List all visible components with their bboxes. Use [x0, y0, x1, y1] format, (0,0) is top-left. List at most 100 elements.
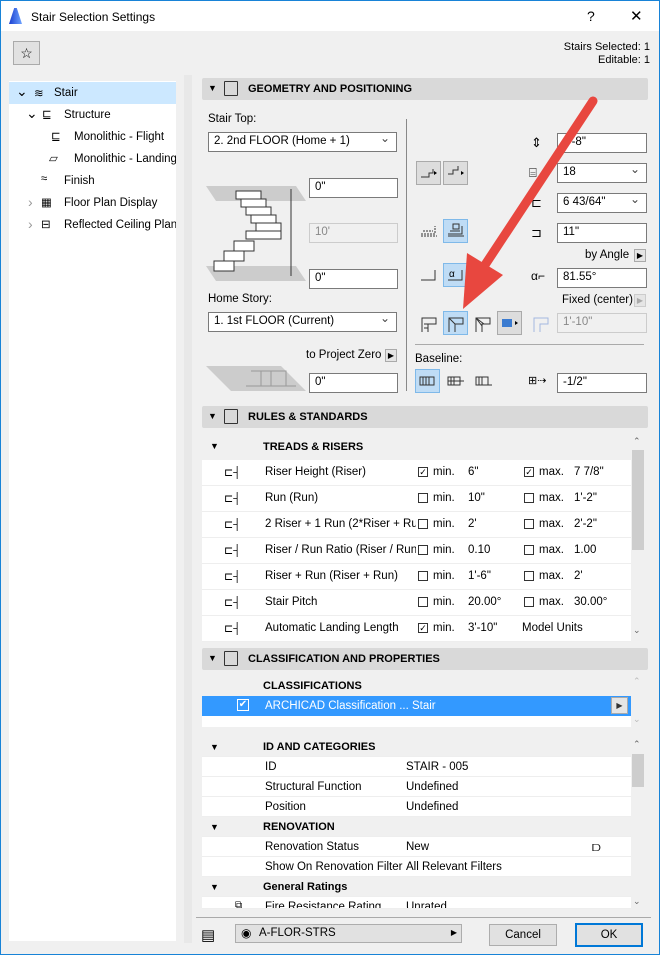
max-value[interactable]: 1'-2" — [574, 492, 597, 504]
property-value[interactable]: STAIR - 005 — [406, 761, 468, 773]
min-checkbox[interactable]: ✓ — [418, 467, 428, 477]
treads-risers-group-header[interactable]: ▼ TREADS & RISERS — [202, 434, 631, 459]
max-value[interactable]: 30.00° — [574, 596, 607, 608]
property-value[interactable]: Undefined — [406, 781, 458, 793]
max-checkbox[interactable] — [524, 493, 534, 503]
max-checkbox[interactable] — [524, 571, 534, 581]
tree-item-finish[interactable]: ≈ Finish — [9, 170, 176, 192]
property-name: Show On Renovation Filter — [265, 861, 403, 873]
properties-scrollbar[interactable]: ⌃ ⌄ — [631, 737, 645, 909]
baseline-right-button[interactable] — [471, 369, 496, 393]
property-group-header[interactable]: ▼ RENOVATION — [202, 817, 631, 837]
ok-button[interactable]: OK — [575, 923, 643, 947]
classifications-scrollbar[interactable]: ⌃ ⌄ — [631, 674, 645, 727]
classification-menu-button[interactable]: ▶ — [611, 697, 628, 714]
property-row[interactable]: Position Undefined — [202, 797, 631, 817]
flight-width-mode-button[interactable] — [416, 219, 441, 243]
property-value[interactable]: Undefined — [406, 801, 458, 813]
rules-scrollbar[interactable]: ⌃ ⌄ — [631, 434, 645, 638]
scroll-down-icon[interactable]: ⌄ — [633, 625, 641, 636]
finish-icon: ≈ — [41, 173, 48, 185]
max-value[interactable]: 1.00 — [574, 544, 596, 556]
max-value[interactable]: 7 7/8" — [574, 466, 604, 478]
bottom-offset-field[interactable]: 0" — [309, 269, 398, 289]
favorites-button[interactable]: ☆ — [13, 41, 40, 65]
baseline-left-button[interactable] — [415, 369, 440, 393]
rules-panel-header[interactable]: ▼ RULES & STANDARDS — [202, 406, 648, 428]
collapse-triangle-icon: ▼ — [208, 83, 217, 93]
max-checkbox[interactable] — [524, 519, 534, 529]
pitch-mode-menu-button[interactable]: ▶ — [634, 249, 646, 262]
scroll-down-icon[interactable]: ⌄ — [633, 714, 641, 725]
tree-item-floor-plan-display[interactable]: › ▦ Floor Plan Display — [9, 192, 176, 214]
min-checkbox[interactable]: ✓ — [418, 623, 428, 633]
min-value[interactable]: 20.00° — [468, 596, 501, 608]
min-checkbox[interactable] — [418, 519, 428, 529]
property-row[interactable]: ID STAIR - 005 — [202, 757, 631, 777]
rule-name: 2 Riser + 1 Run (2*Riser + Run) — [265, 518, 416, 530]
property-row[interactable]: Renovation Status New — [202, 837, 631, 857]
max-checkbox[interactable] — [524, 545, 534, 555]
min-checkbox[interactable] — [418, 571, 428, 581]
pitch-free-button[interactable] — [416, 263, 441, 287]
min-value[interactable]: 10" — [468, 492, 485, 504]
scroll-up-icon[interactable]: ⌃ — [633, 436, 641, 447]
home-story-dropdown[interactable]: 1. 1st FLOOR (Current) — [208, 312, 397, 332]
scroll-thumb[interactable] — [632, 754, 644, 787]
expand-chevron-icon[interactable]: › — [28, 216, 33, 232]
property-group-header[interactable]: ▼ ID AND CATEGORIES — [202, 737, 631, 757]
baseline-center-button[interactable] — [443, 369, 468, 393]
rule-row: ⊏┤ Riser / Run Ratio (Riser / Run) min. … — [202, 538, 631, 564]
max-checkbox[interactable]: ✓ — [524, 467, 534, 477]
fire-rating-icon: ⧉ — [235, 900, 243, 911]
property-row[interactable]: Structural Function Undefined — [202, 777, 631, 797]
min-value[interactable]: 0.10 — [468, 544, 490, 556]
layer-dropdown[interactable]: ◉ A-FLOR-STRS ▶ — [235, 924, 462, 943]
baseline-offset-field[interactable]: -1/2" — [557, 373, 647, 393]
tree-item-reflected-ceiling-plan[interactable]: › ⊟ Reflected Ceiling Plan — [9, 214, 176, 236]
min-value[interactable]: 6" — [468, 466, 478, 478]
tree-item-stair[interactable]: ⌄ ≋ Stair — [9, 82, 176, 104]
scroll-thumb[interactable] — [632, 450, 644, 550]
scroll-up-icon[interactable]: ⌃ — [633, 739, 641, 750]
reference-level-menu-button[interactable]: ▶ — [385, 349, 397, 362]
layer-name: A-FLOR-STRS — [259, 927, 336, 939]
tree-item-structure[interactable]: ⌄ ⊑ Structure — [9, 104, 176, 126]
property-value[interactable]: Unrated — [406, 901, 447, 908]
tree-item-monolithic-flight[interactable]: ⊑ Monolithic - Flight — [9, 126, 176, 148]
stair-top-dropdown[interactable]: 2. 2nd FLOOR (Home + 1) — [208, 132, 397, 152]
cancel-button[interactable]: Cancel — [489, 924, 557, 946]
max-value[interactable]: 2' — [574, 570, 583, 582]
reference-offset-field[interactable]: 0" — [309, 373, 398, 393]
classification-row[interactable]: ✔ ARCHICAD Classification ... Stair ▶ — [202, 696, 631, 716]
min-value[interactable]: 2' — [468, 518, 477, 530]
property-row[interactable]: Fire Resistance Rating Unrated — [202, 897, 631, 909]
expand-chevron-icon[interactable]: ⌄ — [26, 105, 38, 122]
min-checkbox[interactable] — [418, 597, 428, 607]
expand-chevron-icon[interactable]: ⌄ — [16, 83, 28, 100]
min-checkbox[interactable] — [418, 545, 428, 555]
property-value[interactable]: All Relevant Filters — [406, 861, 502, 873]
max-value[interactable]: 2'-2" — [574, 518, 597, 530]
property-row[interactable]: Show On Renovation Filter All Relevant Fi… — [202, 857, 631, 877]
min-value[interactable]: 3'-10" — [468, 622, 497, 634]
stair-type-button[interactable] — [416, 161, 441, 185]
property-group-header[interactable]: ▼ General Ratings — [202, 877, 631, 897]
help-button[interactable]: ? — [587, 8, 595, 24]
pane-splitter[interactable] — [184, 75, 192, 943]
min-checkbox[interactable] — [418, 493, 428, 503]
stair-top-offset-field[interactable]: 0" — [309, 178, 398, 198]
classification-checkbox[interactable]: ✔ — [237, 699, 249, 711]
baseline-offset-icon: ⊞⇢ — [528, 375, 547, 387]
max-checkbox[interactable] — [524, 597, 534, 607]
scroll-down-icon[interactable]: ⌄ — [633, 896, 641, 907]
tree-item-monolithic-landing[interactable]: ▱ Monolithic - Landing — [9, 148, 176, 170]
expand-chevron-icon[interactable]: › — [28, 194, 33, 210]
landing-turn-button[interactable] — [416, 311, 441, 335]
property-value[interactable]: New — [406, 841, 429, 853]
min-value[interactable]: 1'-6" — [468, 570, 491, 582]
scroll-up-icon[interactable]: ⌃ — [633, 676, 641, 687]
close-button[interactable]: ✕ — [630, 7, 643, 25]
rule-icon: ⊏┤ — [224, 493, 242, 505]
classification-panel-header[interactable]: ▼ CLASSIFICATION AND PROPERTIES — [202, 648, 648, 670]
